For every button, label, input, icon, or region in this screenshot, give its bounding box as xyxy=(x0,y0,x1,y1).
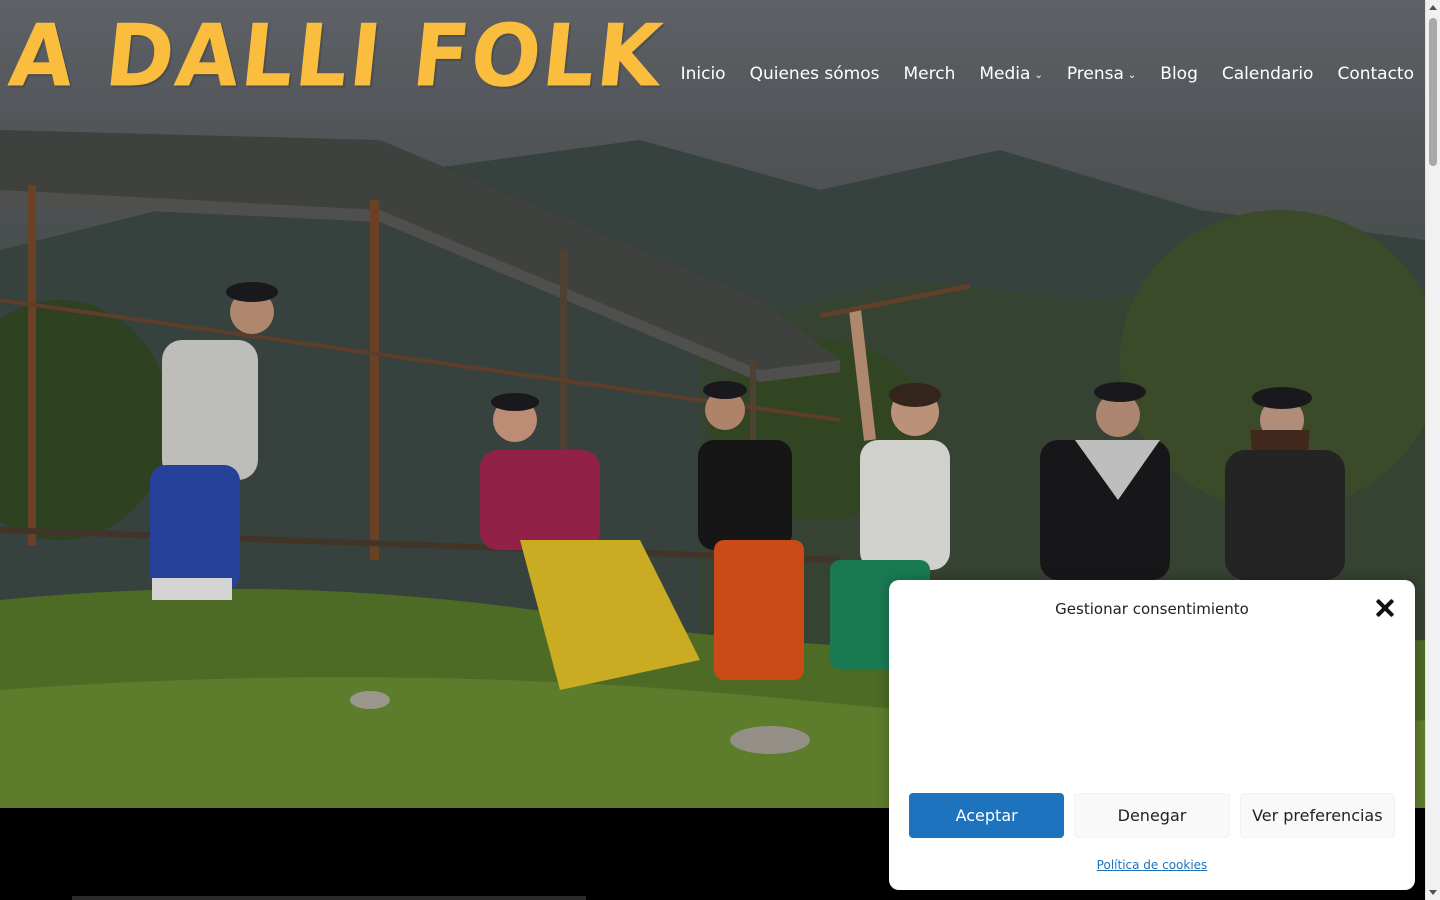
scroll-up-icon[interactable] xyxy=(1429,5,1437,10)
close-icon[interactable] xyxy=(1375,598,1395,618)
accept-button[interactable]: Aceptar xyxy=(909,793,1065,838)
content-divider xyxy=(72,896,586,900)
view-preferences-button[interactable]: Ver preferencias xyxy=(1239,793,1395,838)
nav-item-label: Contacto xyxy=(1337,64,1414,84)
nav-item-contacto[interactable]: Contacto xyxy=(1337,64,1414,84)
nav-item-calendario[interactable]: Calendario xyxy=(1222,64,1314,84)
scroll-down-icon[interactable] xyxy=(1429,890,1437,895)
chevron-down-icon: ⌄ xyxy=(1034,70,1043,81)
main-nav: Inicio Quienes sómos Merch Media ⌄ Prens… xyxy=(681,64,1414,84)
deny-button[interactable]: Denegar xyxy=(1074,793,1230,838)
nav-item-label: Blog xyxy=(1160,64,1198,84)
nav-item-label: Calendario xyxy=(1221,64,1314,84)
nav-item-media[interactable]: Media ⌄ xyxy=(979,64,1042,84)
nav-item-blog[interactable]: Blog xyxy=(1160,64,1198,84)
page-scrollbar[interactable] xyxy=(1425,0,1440,900)
consent-title: Gestionar consentimiento xyxy=(1055,600,1249,618)
consent-button-row: Aceptar Denegar Ver preferencias xyxy=(909,793,1395,838)
nav-item-label: Media xyxy=(979,64,1031,84)
scrollbar-thumb[interactable] xyxy=(1429,18,1437,166)
nav-item-inicio[interactable]: Inicio xyxy=(681,64,726,84)
cookie-consent-dialog: Gestionar consentimiento Aceptar Denegar… xyxy=(889,580,1415,890)
site-logo[interactable]: A DALLI FOLK xyxy=(5,7,668,107)
cookie-policy-row: Política de cookies xyxy=(889,854,1415,873)
nav-item-label: Quienes sómos xyxy=(749,64,880,84)
nav-item-label: Merch xyxy=(903,64,956,84)
nav-item-quienes-somos[interactable]: Quienes sómos xyxy=(750,64,880,84)
cookie-policy-link[interactable]: Política de cookies xyxy=(1097,858,1208,872)
chevron-down-icon: ⌄ xyxy=(1127,70,1137,81)
nav-item-label: Prensa xyxy=(1066,64,1124,84)
nav-item-label: Inicio xyxy=(680,64,726,84)
nav-item-merch[interactable]: Merch xyxy=(904,64,956,84)
nav-item-prensa[interactable]: Prensa ⌄ xyxy=(1067,64,1136,84)
